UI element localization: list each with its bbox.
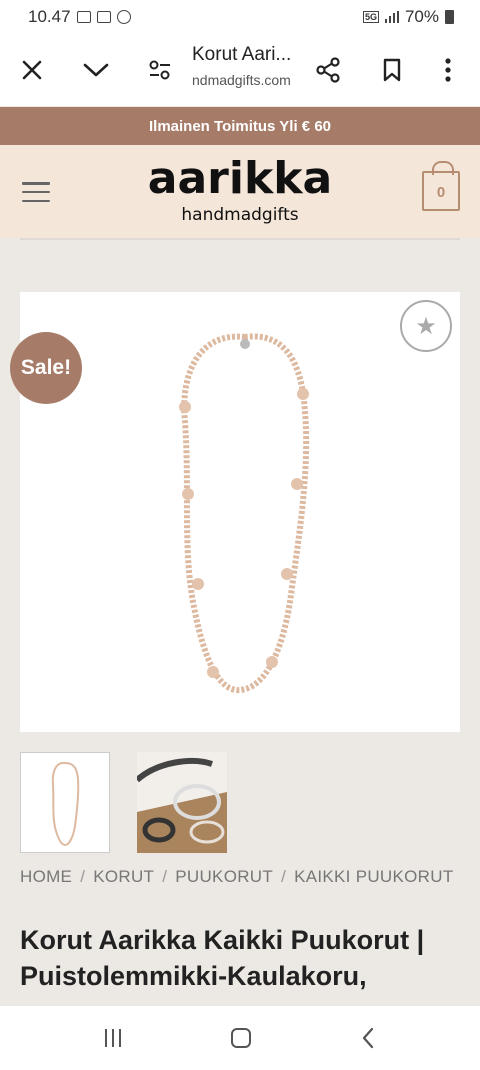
necklace-thumbnail-image — [51, 761, 80, 847]
sale-badge: Sale! — [10, 332, 82, 404]
breadcrumb-korut[interactable]: KORUT — [93, 867, 154, 886]
bookmark-icon — [383, 58, 401, 82]
more-vert-icon — [445, 58, 451, 82]
share-icon — [316, 57, 340, 83]
necklace-image — [179, 333, 310, 694]
product-title: Korut Aarikka Kaikki Puukorut | Puistole… — [20, 925, 425, 991]
recent-line — [112, 1029, 114, 1047]
close-icon — [22, 60, 42, 80]
header-divider — [20, 238, 460, 240]
recent-apps-button[interactable] — [105, 1029, 121, 1047]
tune-icon — [149, 60, 170, 80]
product-image[interactable]: ★ — [20, 292, 460, 732]
menu-button[interactable] — [22, 182, 50, 202]
home-button[interactable] — [231, 1028, 251, 1048]
bookmark-button[interactable] — [374, 52, 410, 88]
more-menu-button[interactable] — [430, 52, 466, 88]
breadcrumb-separator: / — [80, 867, 86, 886]
system-nav-bar — [0, 1006, 480, 1070]
promo-banner: Ilmainen Toimitus Yli € 60 — [0, 107, 480, 145]
status-right: 5G 70% — [362, 7, 454, 27]
breadcrumb-puukorut[interactable]: PUUKORUT — [175, 867, 273, 886]
battery-icon — [445, 10, 454, 24]
calendar-icon — [96, 11, 111, 23]
thumbnail-2[interactable] — [137, 752, 227, 853]
logo-sub-text: handmadgifts — [181, 205, 299, 225]
recent-line — [119, 1029, 121, 1047]
breadcrumb-kaikki-puukorut[interactable]: KAIKKI PUUKORUT — [294, 867, 453, 886]
battery-percent: 70% — [404, 7, 439, 26]
recent-line — [105, 1029, 107, 1047]
hamburger-line — [22, 199, 50, 202]
site-logo[interactable]: aarikka handmadgifts — [120, 153, 360, 226]
hamburger-line — [22, 190, 50, 194]
site-header: aarikka handmadgifts 0 — [0, 145, 480, 238]
calendar-icon — [76, 11, 91, 23]
back-icon[interactable] — [361, 1027, 375, 1049]
page-domain: ndmadgifts.com — [192, 72, 291, 88]
promo-text: Ilmainen Toimitus Yli € 60 — [149, 117, 331, 135]
status-time: 10.47 — [28, 7, 71, 26]
lifestyle-thumbnail-image — [137, 752, 227, 853]
share-button[interactable] — [310, 52, 346, 88]
cart-button[interactable]: 0 — [422, 161, 460, 211]
breadcrumb-separator: / — [281, 867, 287, 886]
page-title: Korut Aari... — [192, 44, 292, 65]
chevron-down-icon — [83, 63, 109, 77]
star-icon: ★ — [415, 312, 437, 340]
whatsapp-icon — [116, 10, 131, 24]
url-box[interactable]: Korut Aari... ndmadgifts.com — [192, 44, 312, 88]
minimize-button[interactable] — [78, 52, 114, 88]
breadcrumb: HOME / KORUT / PUUKORUT / KAIKKI PUUKORUT — [20, 866, 460, 887]
thumbnail-1[interactable] — [20, 752, 110, 853]
site-settings-button[interactable] — [142, 52, 178, 88]
signal-icon — [384, 11, 399, 23]
breadcrumb-home[interactable]: HOME — [20, 867, 72, 886]
status-bar: 10.47 5G 70% — [0, 0, 480, 34]
hamburger-line — [22, 182, 50, 185]
close-tab-button[interactable] — [14, 52, 50, 88]
breadcrumb-separator: / — [162, 867, 168, 886]
wishlist-button[interactable]: ★ — [400, 300, 452, 352]
logo-main-text: aarikka — [147, 153, 333, 204]
cart-count: 0 — [436, 183, 446, 201]
sale-label: Sale! — [20, 356, 72, 379]
network-type-icon: 5G — [362, 11, 379, 23]
status-left: 10.47 — [28, 7, 131, 27]
browser-toolbar: Korut Aari... ndmadgifts.com — [0, 34, 480, 106]
